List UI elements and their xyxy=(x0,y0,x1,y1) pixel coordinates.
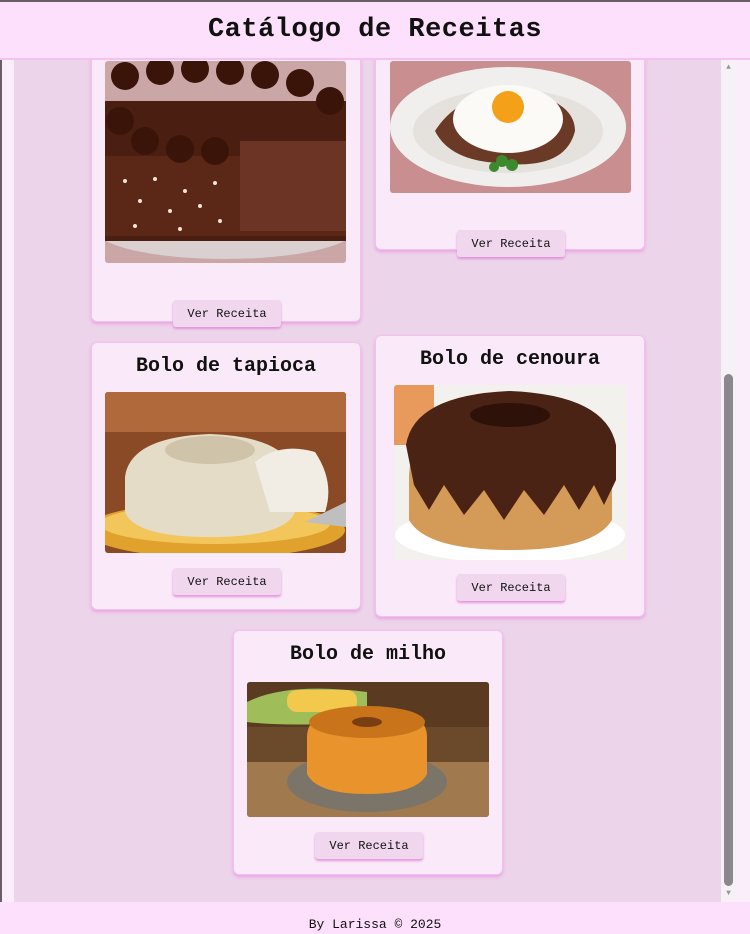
corn-cake-image xyxy=(247,682,489,817)
recipe-catalog: Ver Receita Ver Receita Bolo de tapioca xyxy=(14,60,721,902)
left-gutter xyxy=(2,60,14,902)
recipe-title: Bolo de cenoura xyxy=(419,348,601,371)
recipe-card-chocolate-cake: Ver Receita xyxy=(91,60,361,327)
scroll-down-arrow-icon[interactable]: ▼ xyxy=(724,889,733,899)
recipe-title: Bolo de milho xyxy=(289,643,447,666)
recipe-card-tapioca: Bolo de tapioca Ver Receita xyxy=(91,342,361,610)
ver-receita-button[interactable]: Ver Receita xyxy=(457,230,565,257)
ver-receita-button[interactable]: Ver Receita xyxy=(173,300,281,327)
recipe-card-milho: Bolo de milho Ver Receita xyxy=(233,630,503,875)
ver-receita-button[interactable]: Ver Receita xyxy=(457,574,565,601)
steak-image xyxy=(390,61,631,193)
page-header: Catálogo de Receitas xyxy=(0,0,750,60)
recipe-card-cenoura: Bolo de cenoura Ver Receita xyxy=(375,335,645,617)
footer-credit: By Larissa © 2025 xyxy=(308,917,442,932)
scroll-up-arrow-icon[interactable]: ▲ xyxy=(724,63,733,73)
ver-receita-button[interactable]: Ver Receita xyxy=(315,832,423,859)
tapioca-cake-image xyxy=(105,392,346,553)
chocolate-cake-image xyxy=(105,61,346,263)
carrot-cake-image xyxy=(394,385,627,560)
page-footer: By Larissa © 2025 xyxy=(0,902,750,934)
ver-receita-button[interactable]: Ver Receita xyxy=(173,568,281,595)
vertical-scrollbar[interactable]: ▲ ▼ xyxy=(721,60,736,902)
recipe-title: Bolo de tapioca xyxy=(135,355,317,378)
recipe-card-steak: Ver Receita xyxy=(375,60,645,257)
page-title: Catálogo de Receitas xyxy=(207,15,543,45)
scroll-thumb[interactable] xyxy=(724,374,733,886)
right-gutter xyxy=(736,60,750,902)
